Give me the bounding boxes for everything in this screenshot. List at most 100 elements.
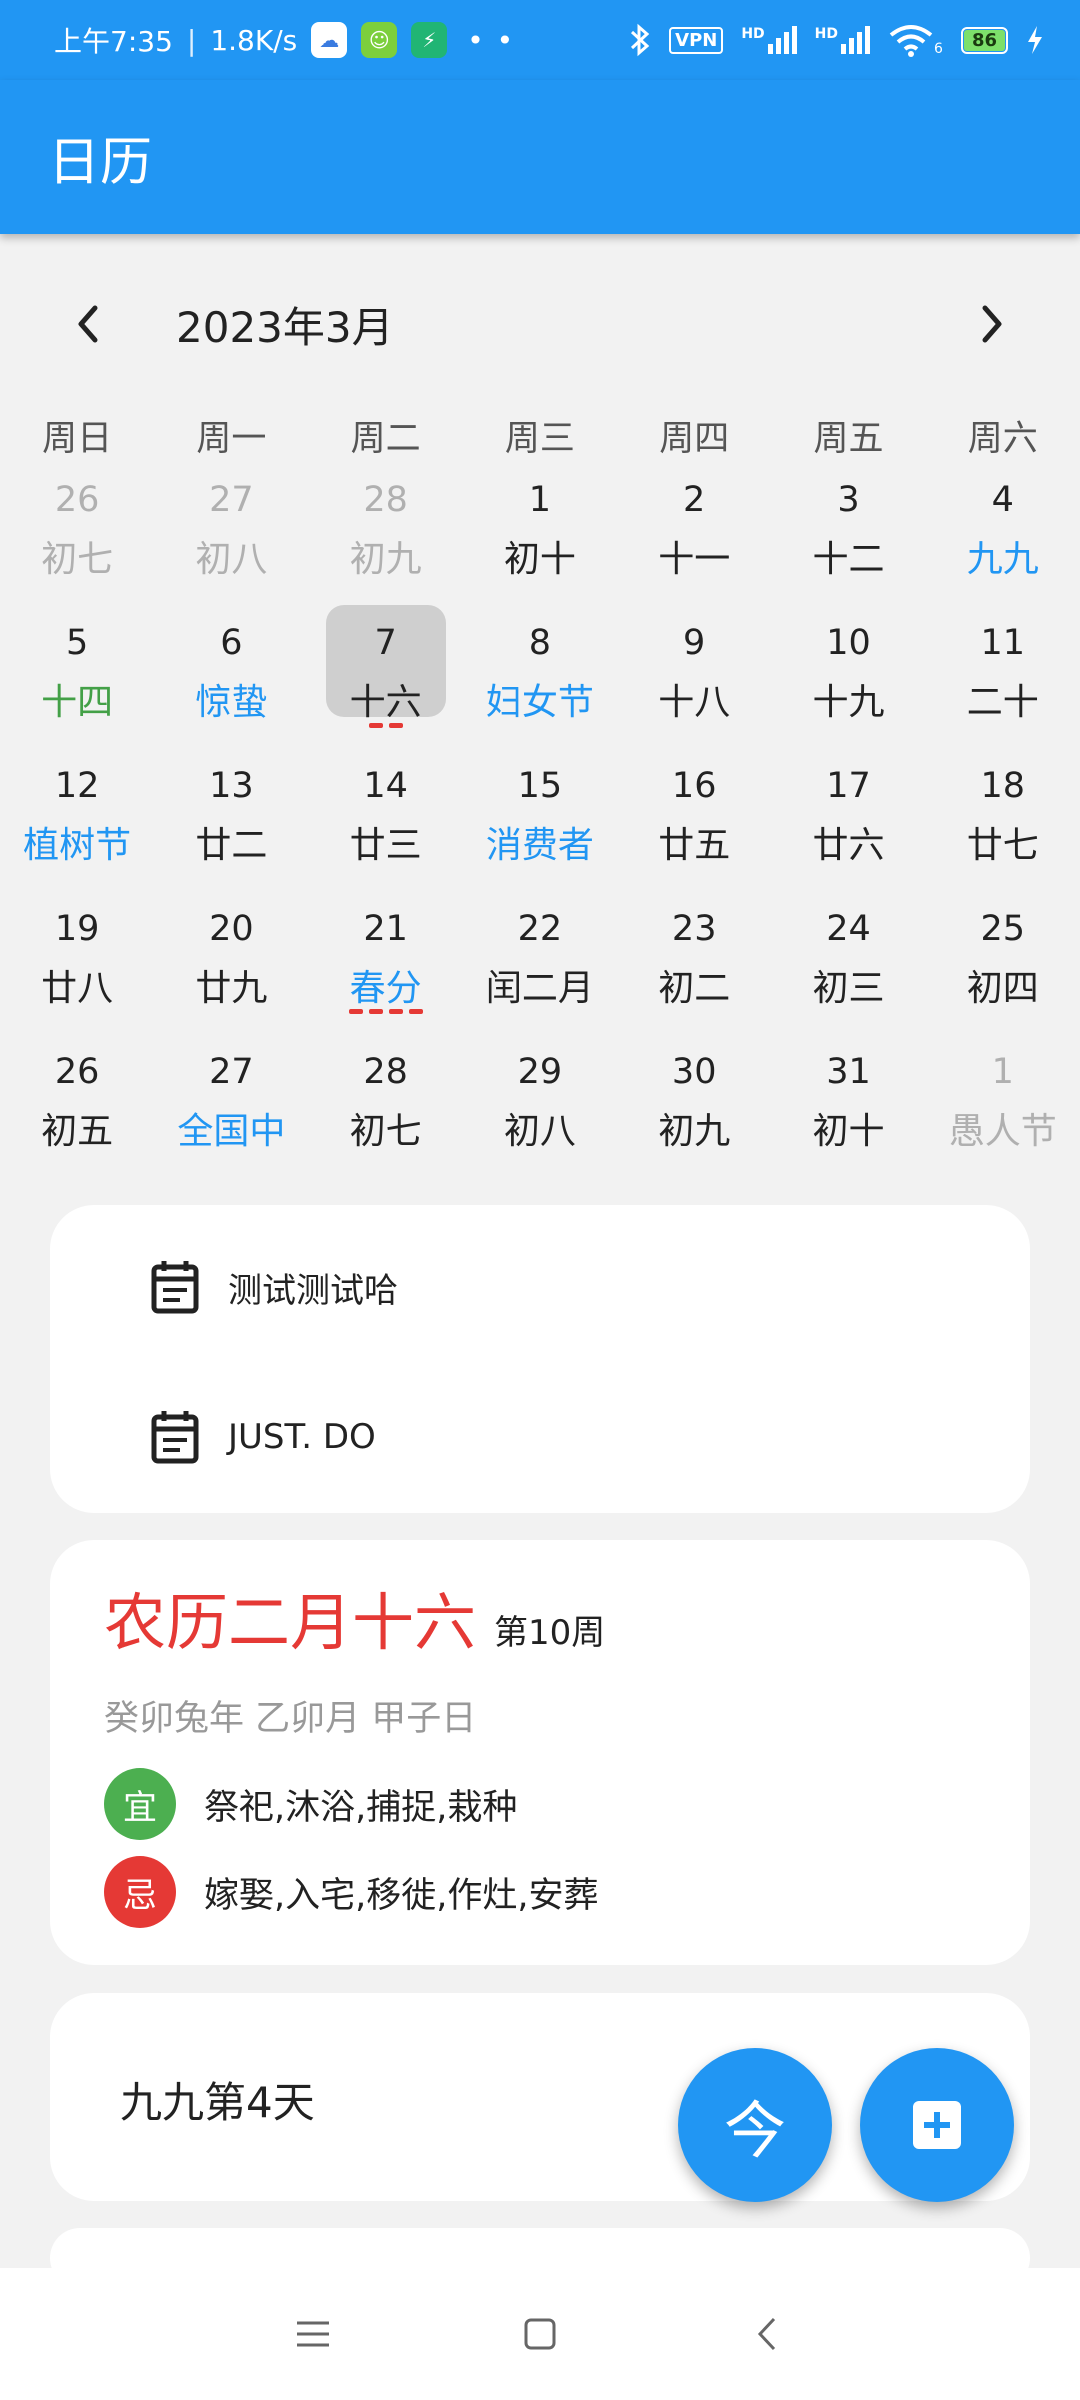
calendar-day[interactable]: 4 九九: [926, 470, 1080, 613]
day-number: 3: [837, 480, 860, 520]
next-month-button[interactable]: [952, 284, 1032, 364]
calendar-day[interactable]: 5 十四: [0, 613, 154, 756]
wifi-icon: 6: [888, 23, 943, 57]
calendar-day[interactable]: 25 初四: [926, 899, 1080, 1042]
calendar-day[interactable]: 26 初七: [0, 470, 154, 613]
day-lunar-label: 廿八: [41, 968, 114, 1009]
todo-item[interactable]: JUST. DO: [150, 1407, 376, 1467]
chevron-right-icon: [982, 305, 1002, 343]
calendar-day[interactable]: 29 初八: [463, 1042, 617, 1185]
calendar-day[interactable]: 26 初五: [0, 1042, 154, 1185]
previous-month-button[interactable]: [48, 284, 128, 364]
calendar-day[interactable]: 28 初七: [309, 1042, 463, 1185]
ganzhi-text: 癸卯兔年 乙卯月 甲子日: [104, 1699, 477, 1739]
day-number: 28: [363, 480, 408, 520]
calendar-day[interactable]: 11 二十: [926, 613, 1080, 756]
calendar-day[interactable]: 1 初十: [463, 470, 617, 613]
day-number: 18: [980, 766, 1025, 806]
app-title: 日历: [48, 132, 153, 193]
day-number: 17: [826, 766, 871, 806]
lunar-heading: 农历二月十六 第10周: [104, 1592, 605, 1654]
day-lunar-label: 初十: [812, 1111, 885, 1152]
calendar-day[interactable]: 8 妇女节: [463, 613, 617, 756]
suitable-row: 宜 祭祀,沐浴,捕捉,栽种: [104, 1768, 517, 1840]
month-navigation: 2023年3月: [0, 282, 1080, 366]
calendar-day[interactable]: 15 消费者: [463, 756, 617, 899]
calendar-day[interactable]: 6 惊蛰: [154, 613, 308, 756]
home-button[interactable]: [500, 2294, 580, 2374]
avoid-row: 忌 嫁娶,入宅,移徙,作灶,安葬: [104, 1856, 599, 1928]
day-lunar-label: 廿九: [195, 968, 268, 1009]
day-lunar-label: 初五: [41, 1111, 114, 1152]
jiujiu-text: 九九第4天: [120, 2078, 315, 2127]
calendar-day[interactable]: 12 植树节: [0, 756, 154, 899]
calendar-day[interactable]: 16 廿五: [617, 756, 771, 899]
day-lunar-label: 初四: [966, 968, 1039, 1009]
day-lunar-label: 十六: [349, 682, 422, 723]
lunar-date: 农历二月十六: [104, 1586, 477, 1659]
day-number: 23: [671, 909, 717, 949]
calendar-week-row: 26 初七 27 初八 28 初九 1 初十 2 十一 3 十二 4 九九: [0, 470, 1080, 613]
day-lunar-label: 十八: [658, 682, 731, 723]
day-number: 1: [528, 480, 552, 520]
avoid-badge: 忌: [104, 1856, 176, 1928]
calendar-day[interactable]: 20 廿九: [154, 899, 308, 1042]
calendar-day[interactable]: 1 愚人节: [926, 1042, 1080, 1185]
day-lunar-label: 消费者: [485, 825, 594, 866]
calendar-day[interactable]: 3 十二: [771, 470, 925, 613]
calendar-day[interactable]: 9 十八: [617, 613, 771, 756]
calendar-day[interactable]: 28 初九: [309, 470, 463, 613]
back-button[interactable]: [727, 2294, 807, 2374]
calendar-day[interactable]: 27 初八: [154, 470, 308, 613]
calendar-day-selected[interactable]: 7 十六: [309, 605, 463, 756]
weekday-header: 周日 周一 周二 周三 周四 周五 周六: [0, 410, 1080, 461]
day-lunar-label: 十二: [812, 539, 885, 580]
day-lunar-label: 初九: [658, 1111, 731, 1152]
day-number: 5: [65, 623, 89, 663]
calendar-day[interactable]: 21 春分: [309, 899, 463, 1042]
day-lunar-label: 廿六: [812, 825, 885, 866]
calendar-day[interactable]: 13 廿二: [154, 756, 308, 899]
day-lunar-label: 十九: [812, 682, 885, 723]
android-app-icon: ☺: [361, 22, 398, 58]
day-lunar-label: 初三: [812, 968, 885, 1009]
day-number: 21: [363, 909, 408, 949]
today-button[interactable]: 今: [678, 2048, 832, 2202]
calendar-grid: 26 初七 27 初八 28 初九 1 初十 2 十一 3 十二 4 九九 5 十四 6 惊蛰 7 十六 8 妇女节 9 十八…: [0, 470, 1080, 1185]
calendar-day[interactable]: 2 十一: [617, 470, 771, 613]
day-lunar-label: 初八: [503, 1111, 576, 1152]
day-lunar-label: 全国中: [177, 1111, 286, 1152]
bluetooth-icon: [631, 23, 650, 57]
calendar-day[interactable]: 18 廿七: [926, 756, 1080, 899]
home-square-icon: [524, 2318, 556, 2350]
calendar-day[interactable]: 27 全国中: [154, 1042, 308, 1185]
signal-icon-1: HD: [741, 26, 797, 54]
day-number: 27: [209, 480, 254, 520]
calendar-day[interactable]: 19 廿八: [0, 899, 154, 1042]
calendar-day[interactable]: 17 廿六: [771, 756, 925, 899]
status-speed: 1.8K/s: [210, 23, 298, 57]
calendar-note-icon: [151, 1411, 199, 1464]
day-lunar-label: 初二: [658, 968, 731, 1009]
todo-card: 测试测试哈 JUST. DO: [50, 1205, 1030, 1513]
day-number: 19: [54, 909, 100, 949]
calendar-day[interactable]: 10 十九: [771, 613, 925, 756]
day-number: 10: [826, 623, 871, 663]
todo-item[interactable]: 测试测试哈: [150, 1257, 398, 1317]
menu-button[interactable]: [273, 2294, 353, 2374]
day-lunar-label: 九九: [966, 539, 1039, 580]
calendar-day[interactable]: 31 初十: [771, 1042, 925, 1185]
calendar-day[interactable]: 30 初九: [617, 1042, 771, 1185]
calendar-day[interactable]: 24 初三: [771, 899, 925, 1042]
day-number: 22: [517, 909, 563, 949]
calendar-day[interactable]: 14 廿三: [309, 756, 463, 899]
weekday-label: 周四: [659, 419, 730, 459]
day-lunar-label: 植树节: [23, 825, 132, 866]
day-number: 7: [374, 623, 397, 663]
calendar-day[interactable]: 22 闰二月: [463, 899, 617, 1042]
day-number: 8: [528, 623, 552, 663]
add-event-button[interactable]: [860, 2048, 1014, 2202]
weekday-label: 周六: [967, 419, 1038, 459]
event-indicator: [309, 1009, 463, 1015]
calendar-day[interactable]: 23 初二: [617, 899, 771, 1042]
